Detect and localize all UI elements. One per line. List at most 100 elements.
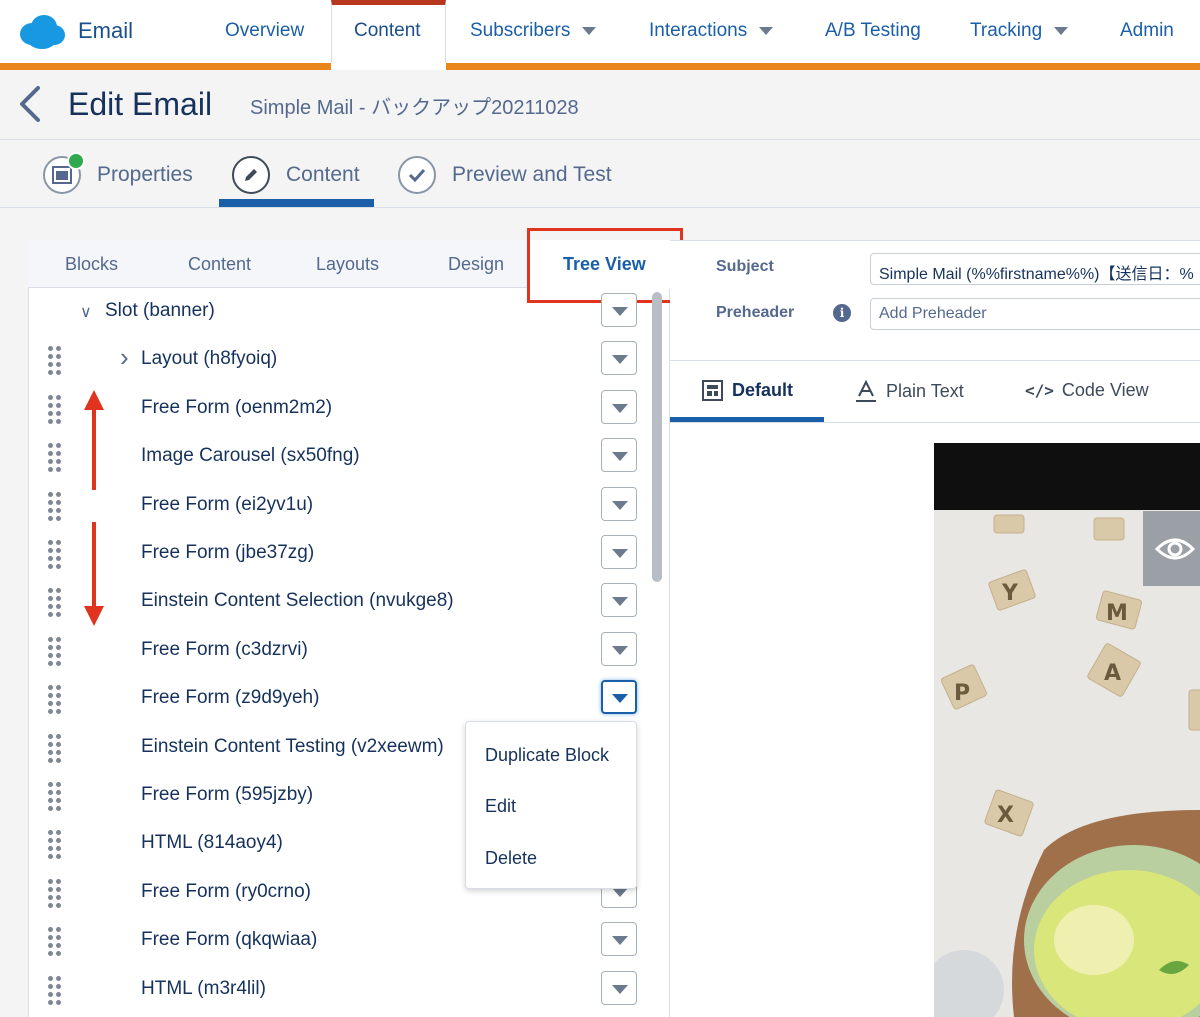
tree-item-label: Layout (h8fyoiq) xyxy=(141,348,278,370)
block-menu-dropdown-button[interactable] xyxy=(601,583,637,618)
tree-item-label: Free Form (595jzby) xyxy=(141,784,314,805)
menu-edit[interactable]: Edit xyxy=(485,796,516,817)
block-menu-dropdown-button[interactable] xyxy=(601,535,637,569)
back-chevron-icon[interactable] xyxy=(16,84,46,124)
tree-item-label: Free Form (c3dzrvi) xyxy=(141,638,308,660)
info-icon[interactable]: i xyxy=(833,304,851,322)
tree-block-row[interactable]: Free Form (qkqwiaa) xyxy=(28,917,648,965)
drag-handle-icon[interactable] xyxy=(48,393,62,425)
drag-handle-icon[interactable] xyxy=(48,586,62,618)
text-a-icon xyxy=(856,380,876,402)
svg-text:X: X xyxy=(997,803,1014,828)
tree-item-label: Free Form (z9d9yeh) xyxy=(141,687,320,709)
step-properties[interactable]: Properties xyxy=(43,152,193,197)
chevron-right-icon[interactable]: › xyxy=(120,342,129,373)
tab-default[interactable]: Default xyxy=(702,380,793,401)
nav-content[interactable]: Content xyxy=(354,20,421,42)
tab-code-view[interactable]: </> Code View xyxy=(1025,380,1149,401)
preview-banner-header xyxy=(934,443,1200,510)
drag-handle-icon[interactable] xyxy=(48,683,62,715)
tab-design[interactable]: Design xyxy=(448,254,504,275)
block-menu-dropdown-button[interactable] xyxy=(601,341,637,376)
tree-block-row[interactable]: Einstein Content Selection (nvukge8) xyxy=(28,578,648,626)
drag-handle-icon[interactable] xyxy=(48,490,62,522)
svg-text:P: P xyxy=(954,681,970,706)
page-title: Edit Email xyxy=(68,86,213,122)
drag-handle-icon[interactable] xyxy=(48,925,62,957)
svg-text:M: M xyxy=(1106,601,1128,626)
chevron-down-icon[interactable]: ∨ xyxy=(80,302,92,322)
tree-block-row[interactable]: Free Form (c3dzrvi) xyxy=(28,627,648,675)
code-icon: </> xyxy=(1025,381,1054,400)
nav-admin[interactable]: Admin xyxy=(1120,20,1174,42)
tree-item-label: Einstein Content Selection (nvukge8) xyxy=(141,590,454,612)
nav-tracking[interactable]: Tracking xyxy=(970,20,1069,42)
arrow-up-annotation-icon xyxy=(84,390,104,490)
pencil-icon xyxy=(232,156,270,194)
block-menu-dropdown-button[interactable] xyxy=(601,680,637,715)
block-menu-dropdown-button[interactable] xyxy=(601,438,637,473)
drag-handle-icon[interactable] xyxy=(48,635,62,667)
chevron-down-icon xyxy=(759,26,774,35)
tree-item-label: HTML (814aoy4) xyxy=(141,832,283,854)
tree-item-label: Einstein Content Testing (v2xeewm) xyxy=(141,735,444,757)
menu-delete[interactable]: Delete xyxy=(485,848,537,869)
tree-block-row[interactable]: HTML (m3r4lil) xyxy=(28,966,648,1014)
block-menu-dropdown-button[interactable] xyxy=(601,631,637,666)
preheader-label: Preheader xyxy=(716,304,795,321)
tree-block-row[interactable]: Free Form (oenm2m2) xyxy=(28,385,648,433)
nav-interactions[interactable]: Interactions xyxy=(649,20,774,42)
tree-slot-row[interactable]: ∨ Slot (banner) xyxy=(28,288,648,336)
tab-plain-text[interactable]: Plain Text xyxy=(856,380,964,402)
drag-handle-icon[interactable] xyxy=(48,780,62,812)
tree-item-label: Free Form (oenm2m2) xyxy=(141,396,333,418)
tree-item-label: HTML (m3r4lil) xyxy=(141,977,266,999)
nav-subscribers[interactable]: Subscribers xyxy=(470,20,597,42)
block-menu-dropdown-button[interactable] xyxy=(601,970,637,1005)
tree-block-row[interactable]: Free Form (ei2yv1u) xyxy=(28,482,648,530)
tree-block-row[interactable]: Image Carousel (sx50fng) xyxy=(28,433,648,481)
email-name: Simple Mail - バックアップ20211028 xyxy=(250,97,579,119)
block-menu-dropdown-button[interactable] xyxy=(601,922,637,957)
cloud-logo-icon xyxy=(20,15,65,49)
preview-banner-image: Y M P A X xyxy=(934,510,1200,1017)
tab-blocks[interactable]: Blocks xyxy=(65,254,118,275)
drag-handle-icon[interactable] xyxy=(48,344,62,376)
tree-scrollbar[interactable] xyxy=(652,292,662,582)
drag-handle-icon[interactable] xyxy=(48,828,62,860)
block-menu-dropdown-button[interactable] xyxy=(601,389,637,424)
tab-content[interactable]: Content xyxy=(188,254,251,275)
tab-layouts[interactable]: Layouts xyxy=(316,254,379,275)
block-menu-dropdown-button[interactable] xyxy=(601,293,637,327)
eye-icon xyxy=(1154,538,1196,560)
check-badge-icon xyxy=(67,152,85,170)
tree-item-label: Free Form (ei2yv1u) xyxy=(141,493,314,515)
preheader-field[interactable]: Add Preheader xyxy=(870,298,1200,330)
step-preview-test[interactable]: Preview and Test xyxy=(398,153,612,197)
menu-duplicate-block[interactable]: Duplicate Block xyxy=(485,745,609,766)
preview-toggle-button[interactable] xyxy=(1143,511,1200,586)
drag-handle-icon[interactable] xyxy=(48,732,62,764)
svg-text:A: A xyxy=(1104,661,1121,686)
drag-handle-icon[interactable] xyxy=(48,877,62,909)
svg-text:Y: Y xyxy=(1001,581,1019,606)
chevron-down-icon xyxy=(582,26,597,35)
app-name: Email xyxy=(78,18,134,43)
subject-label: Subject xyxy=(716,258,774,275)
layout-icon xyxy=(702,380,723,401)
drag-handle-icon[interactable] xyxy=(48,974,62,1006)
checkmark-icon xyxy=(398,156,436,194)
block-menu-dropdown-button[interactable] xyxy=(601,486,637,521)
nav-overview[interactable]: Overview xyxy=(225,20,304,42)
nav-ab-testing[interactable]: A/B Testing xyxy=(825,20,921,42)
subject-field[interactable]: Simple Mail (%%firstname%%)【送信日：% xyxy=(870,253,1200,285)
tree-item-label: Free Form (jbe37zg) xyxy=(141,542,315,563)
block-context-menu: Duplicate Block Edit Delete xyxy=(465,721,637,889)
drag-handle-icon[interactable] xyxy=(48,538,62,570)
tree-block-row[interactable]: Free Form (z9d9yeh) xyxy=(28,675,648,723)
tree-block-row[interactable]: Free Form (jbe37zg) xyxy=(28,530,648,578)
tree-item-label: Free Form (qkqwiaa) xyxy=(141,929,318,951)
step-content[interactable]: Content xyxy=(232,153,360,197)
tree-block-row[interactable]: › Layout (h8fyoiq) xyxy=(28,336,648,384)
drag-handle-icon[interactable] xyxy=(48,441,62,473)
